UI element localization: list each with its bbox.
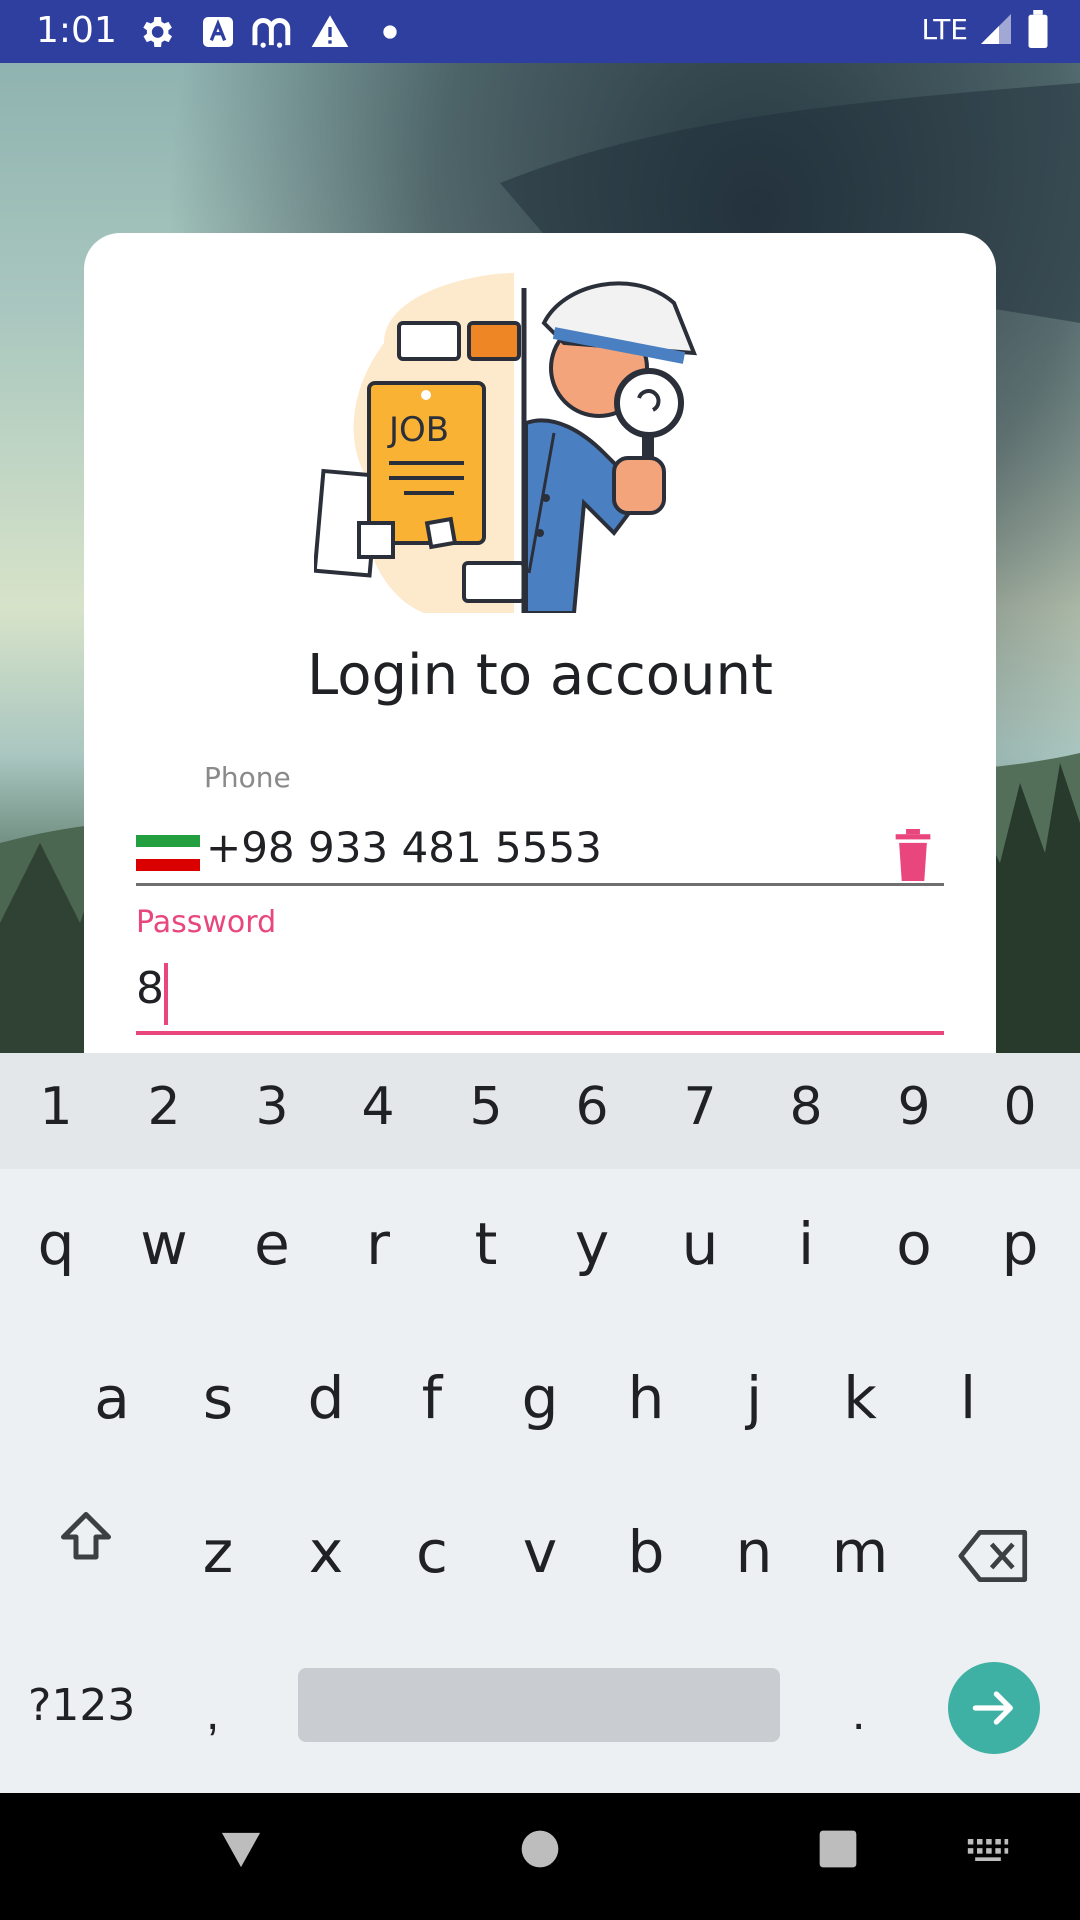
key-5[interactable]: 5	[436, 1077, 536, 1137]
login-card: JOB Login to account Phone +98 933 481 5…	[84, 233, 996, 1053]
key-9[interactable]: 9	[864, 1077, 964, 1137]
status-right: LTE	[921, 10, 1052, 48]
recents-icon[interactable]	[818, 1829, 858, 1869]
key-2[interactable]: 2	[114, 1077, 214, 1137]
key-b[interactable]: b	[596, 1518, 696, 1586]
key-q[interactable]: q	[6, 1210, 106, 1278]
backspace-icon[interactable]	[958, 1530, 1030, 1582]
key-m[interactable]: m	[810, 1518, 910, 1586]
battery-icon	[1028, 10, 1048, 48]
navigation-bar	[0, 1793, 1080, 1920]
keyboard-icon[interactable]	[966, 1837, 1010, 1863]
key-0[interactable]: 0	[970, 1077, 1070, 1137]
key-f[interactable]: f	[382, 1364, 482, 1432]
key-w[interactable]: w	[114, 1210, 214, 1278]
password-underline	[136, 1031, 944, 1035]
enter-key[interactable]	[948, 1662, 1040, 1754]
key-o[interactable]: o	[864, 1210, 964, 1278]
key-k[interactable]: k	[810, 1364, 910, 1432]
key-1[interactable]: 1	[6, 1077, 106, 1137]
key-l[interactable]: l	[918, 1364, 1018, 1432]
password-input[interactable]: 8	[136, 963, 164, 1014]
key-h[interactable]: h	[596, 1364, 696, 1432]
key-j[interactable]: j	[704, 1364, 804, 1432]
key-y[interactable]: y	[542, 1210, 642, 1278]
back-icon[interactable]	[218, 1829, 264, 1871]
delete-icon[interactable]	[892, 829, 934, 881]
phone-input[interactable]: +98 933 481 5553	[136, 823, 944, 883]
phone-value[interactable]: +98 933 481 5553	[206, 823, 602, 872]
arrow-right-icon	[972, 1691, 1013, 1725]
key-x[interactable]: x	[276, 1518, 376, 1586]
comma-key[interactable]: ,	[206, 1686, 219, 1741]
a-accessibility-icon	[203, 17, 233, 47]
text-cursor	[164, 963, 168, 1025]
key-4[interactable]: 4	[328, 1077, 428, 1137]
key-3[interactable]: 3	[222, 1077, 322, 1137]
phone-label: Phone	[204, 761, 291, 794]
key-n[interactable]: n	[704, 1518, 804, 1586]
symbols-key[interactable]: ?123	[28, 1680, 135, 1731]
key-u[interactable]: u	[650, 1210, 750, 1278]
password-label: Password	[136, 905, 277, 940]
key-a[interactable]: a	[62, 1364, 162, 1432]
key-r[interactable]: r	[328, 1210, 428, 1278]
warning-icon	[311, 15, 349, 48]
iran-flag-icon[interactable]	[136, 835, 200, 871]
key-z[interactable]: z	[168, 1518, 268, 1586]
key-t[interactable]: t	[436, 1210, 536, 1278]
key-7[interactable]: 7	[650, 1077, 750, 1137]
status-bar: 1:01 LTE	[0, 0, 1080, 63]
key-i[interactable]: i	[756, 1210, 856, 1278]
phone-underline	[136, 883, 944, 886]
key-g[interactable]: g	[490, 1364, 590, 1432]
settings-icon	[143, 17, 172, 47]
key-p[interactable]: p	[970, 1210, 1070, 1278]
status-time: 1:01	[36, 10, 117, 51]
shift-icon[interactable]	[54, 1507, 118, 1567]
m-app-icon	[252, 18, 291, 48]
key-c[interactable]: c	[382, 1518, 482, 1586]
dot-icon	[383, 25, 397, 39]
key-e[interactable]: e	[222, 1210, 322, 1278]
space-key[interactable]	[298, 1668, 780, 1742]
key-8[interactable]: 8	[756, 1077, 856, 1137]
job-label: JOB	[387, 410, 449, 450]
period-key[interactable]: .	[852, 1686, 865, 1741]
page-title: Login to account	[307, 643, 773, 708]
key-d[interactable]: d	[276, 1364, 376, 1432]
key-v[interactable]: v	[490, 1518, 590, 1586]
key-6[interactable]: 6	[542, 1077, 642, 1137]
key-s[interactable]: s	[168, 1364, 268, 1432]
detective-job-illustration: JOB	[314, 273, 698, 613]
signal-icon	[981, 14, 1011, 44]
home-icon[interactable]	[520, 1829, 560, 1869]
network-type: LTE	[921, 12, 968, 46]
